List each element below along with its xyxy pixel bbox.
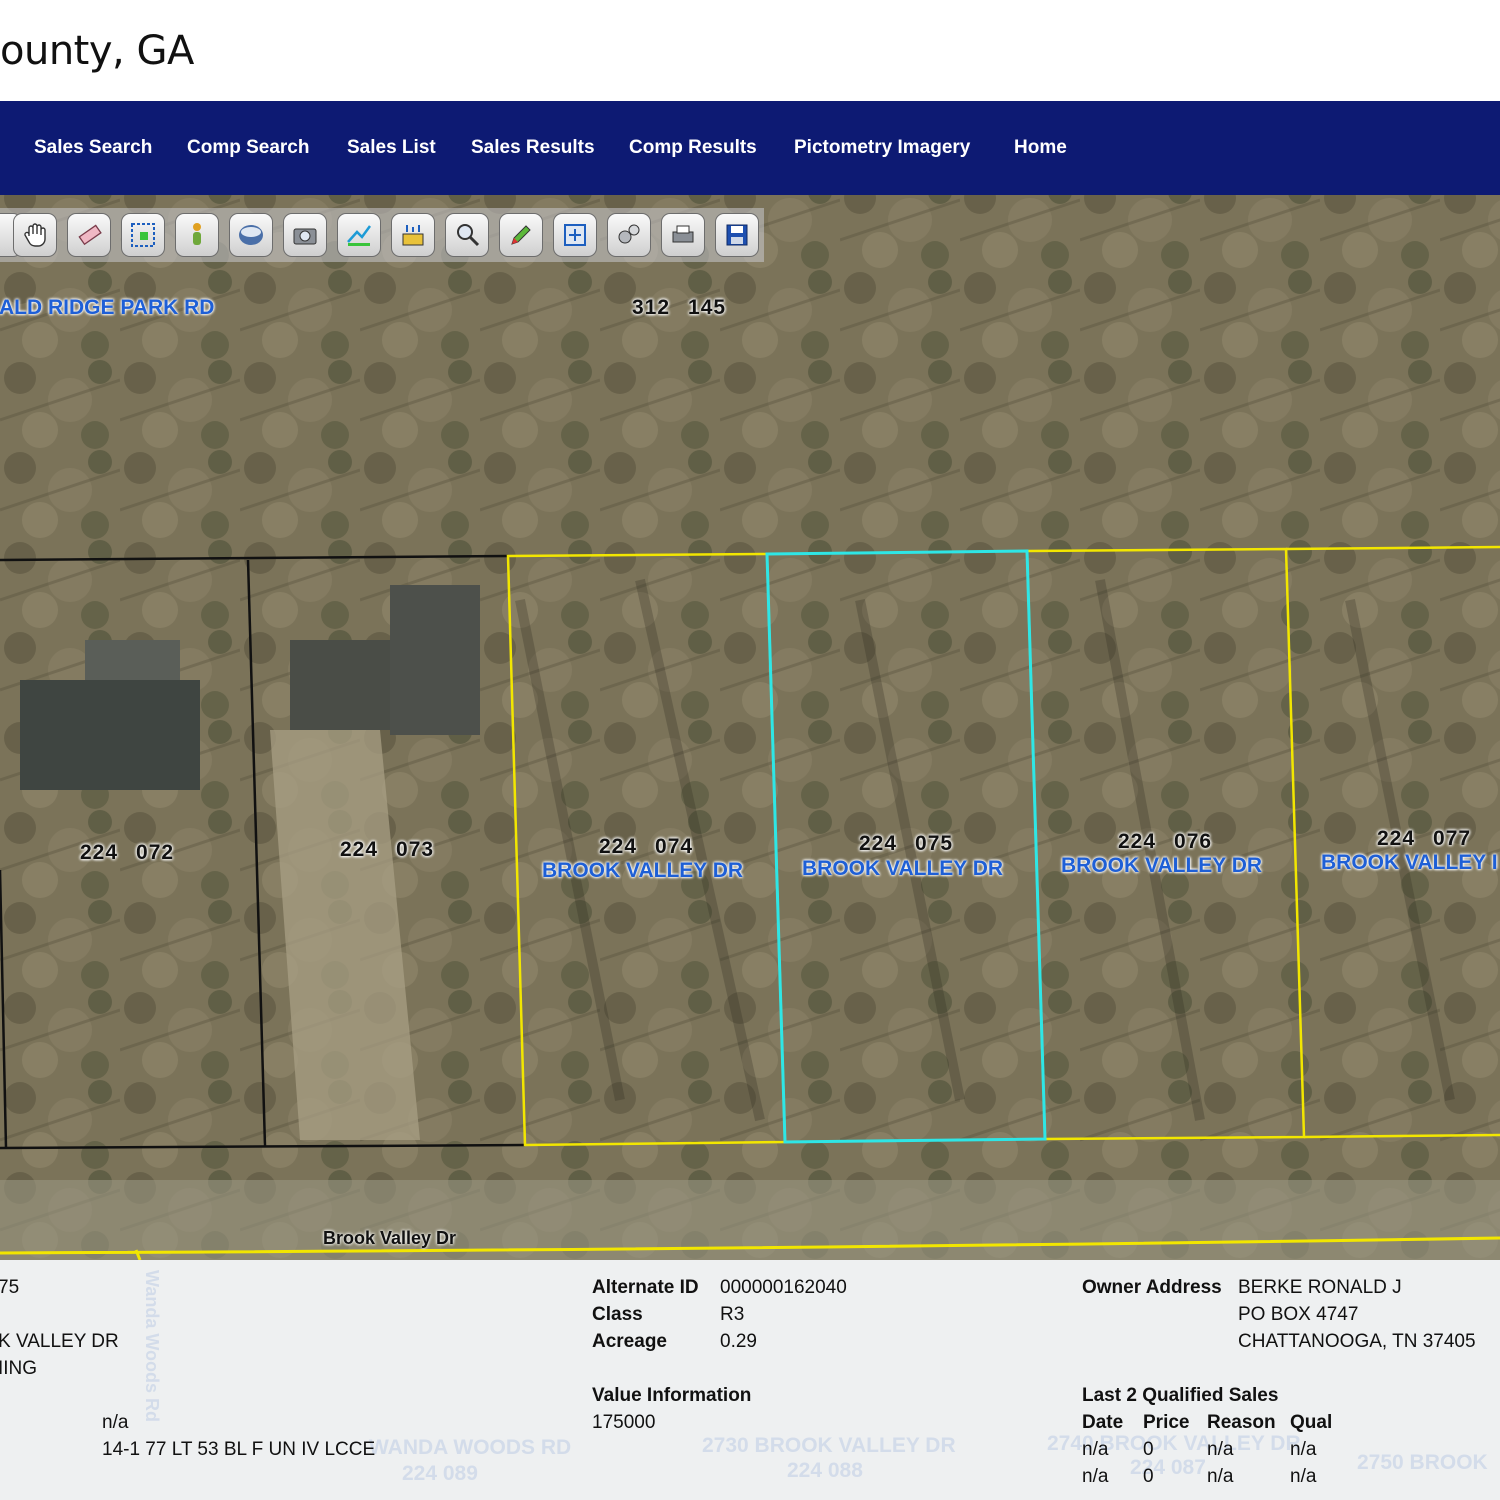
- ghost-street-label: WANDA WOODS RD: [369, 1436, 572, 1459]
- parcel-id-label: 224 072: [80, 841, 175, 864]
- identify-button[interactable]: [175, 213, 219, 257]
- eraser-icon: [78, 224, 102, 246]
- buffer-icon: [402, 225, 424, 246]
- map-viewport[interactable]: ALD RIDGE PARK RD 312 145 224 072 224 073 2…: [0, 195, 1500, 1260]
- print-button[interactable]: [661, 213, 705, 257]
- sales-cell: n/a: [1207, 1439, 1234, 1460]
- sales-col-reason: Reason: [1207, 1412, 1276, 1433]
- sales-col-date: Date: [1082, 1412, 1124, 1433]
- sales-cell: n/a: [1290, 1439, 1317, 1460]
- owner-address-label: Owner Address: [1082, 1277, 1222, 1298]
- sales-cell: n/a: [1082, 1466, 1109, 1487]
- page-title: ounty, GA: [0, 28, 194, 74]
- nav-sales-list[interactable]: Sales List: [347, 137, 436, 159]
- zoom-button[interactable]: [445, 213, 489, 257]
- sales-cell: n/a: [1290, 1466, 1317, 1487]
- qualified-sales-heading: Last 2 Qualified Sales: [1082, 1385, 1279, 1406]
- parcel-id-fragment: 75: [0, 1277, 20, 1298]
- save-button[interactable]: [715, 213, 759, 257]
- sales-col-qual: Qual: [1290, 1412, 1333, 1433]
- select-parcel-button[interactable]: [121, 213, 165, 257]
- main-nav-bar: Sales Search Comp Search Sales List Sale…: [0, 101, 1500, 195]
- location-fragment: K VALLEY DR: [0, 1331, 119, 1352]
- class-value: R3: [720, 1304, 745, 1325]
- settings-button[interactable]: [607, 213, 651, 257]
- sales-col-price: Price: [1143, 1412, 1190, 1433]
- alternate-id-label: Alternate ID: [592, 1277, 699, 1298]
- draw-button[interactable]: [499, 213, 543, 257]
- aerial-imagery[interactable]: [0, 195, 1500, 1260]
- alternate-id-value: 000000162040: [720, 1277, 847, 1298]
- parcel-id-label: 224 077: [1377, 827, 1472, 850]
- map-toolbar: [0, 208, 764, 262]
- camera-icon: [293, 228, 317, 245]
- road-name-label: Brook Valley Dr: [323, 1228, 457, 1248]
- sales-cell: 0: [1143, 1439, 1154, 1460]
- ghost-street-label: 2730 BROOK VALLEY DR: [702, 1434, 956, 1457]
- pan-button[interactable]: [13, 213, 57, 257]
- select-parcel-icon: [131, 223, 155, 247]
- parcel-id-label: 224 074: [599, 835, 694, 858]
- owner-fragment: IING: [0, 1358, 38, 1379]
- class-label: Class: [592, 1304, 643, 1325]
- parcel-id-label: 224 075: [859, 832, 954, 855]
- sales-cell: n/a: [1082, 1439, 1109, 1460]
- value-amount: 175000: [592, 1412, 656, 1433]
- eraser-button[interactable]: [67, 213, 111, 257]
- sales-cell: 0: [1143, 1466, 1154, 1487]
- measure-button[interactable]: [337, 213, 381, 257]
- acreage-value: 0.29: [720, 1331, 757, 1352]
- parcel-street-label: BROOK VALLEY DR: [1061, 854, 1263, 877]
- ghost-street-label: 2750 BROOK: [1357, 1451, 1488, 1474]
- buffer-button[interactable]: [391, 213, 435, 257]
- ghost-parcel-label: 224 088: [787, 1459, 863, 1482]
- full-extent-button[interactable]: [553, 213, 597, 257]
- parcel-id-label: 224 073: [340, 838, 435, 861]
- nav-sales-search[interactable]: Sales Search: [34, 137, 152, 159]
- settings-gears-icon: [618, 224, 640, 244]
- owner-address-line1: PO BOX 4747: [1238, 1304, 1359, 1325]
- nav-comp-search[interactable]: Comp Search: [187, 137, 309, 159]
- photo-button[interactable]: [283, 213, 327, 257]
- owner-address-line2: CHATTANOOGA, TN 37405: [1238, 1331, 1476, 1352]
- layers-button[interactable]: [229, 213, 273, 257]
- measure-icon: [347, 225, 372, 246]
- nav-sales-results[interactable]: Sales Results: [471, 137, 595, 159]
- ghost-parcel-label: 224 089: [402, 1462, 478, 1485]
- full-extent-icon: [564, 224, 586, 246]
- zoom-magnifier-icon: [457, 224, 480, 247]
- parcel-street-label: BROOK VALLEY I: [1321, 851, 1498, 874]
- save-icon: [726, 224, 748, 246]
- nav-comp-results[interactable]: Comp Results: [629, 137, 757, 159]
- legal-description-value: 14-1 77 LT 53 BL F UN IV LCCE: [102, 1439, 376, 1460]
- field-value: n/a: [102, 1412, 129, 1433]
- house-roof: [20, 680, 200, 790]
- ghost-parcel-label: 224 087: [1130, 1456, 1206, 1479]
- street-label-top: ALD RIDGE PARK RD: [0, 296, 215, 319]
- parcel-id-label: 224 076: [1118, 830, 1213, 853]
- acreage-label: Acreage: [592, 1331, 667, 1352]
- nav-pictometry-imagery[interactable]: Pictometry Imagery: [794, 137, 970, 159]
- owner-name: BERKE RONALD J: [1238, 1277, 1402, 1298]
- identify-person-icon: [193, 223, 201, 245]
- draw-pencil-icon: [511, 225, 531, 245]
- pan-hand-icon: [24, 223, 46, 247]
- parcel-street-label: BROOK VALLEY DR: [802, 857, 1004, 880]
- parcel-id-label: 312 145: [632, 296, 727, 319]
- parcel-street-label: BROOK VALLEY DR: [542, 859, 744, 882]
- parcel-info-panel: WANDA WOODS RD 224 089 2730 BROOK VALLEY…: [0, 1260, 1500, 1500]
- layers-icon: [239, 225, 263, 245]
- value-info-heading: Value Information: [592, 1385, 752, 1406]
- sales-cell: n/a: [1207, 1466, 1234, 1487]
- nav-home[interactable]: Home: [1014, 137, 1067, 159]
- ghost-side-road-label: Wanda Woods Rd: [142, 1270, 162, 1422]
- page-header: ounty, GA: [0, 0, 1500, 101]
- print-icon: [672, 225, 694, 243]
